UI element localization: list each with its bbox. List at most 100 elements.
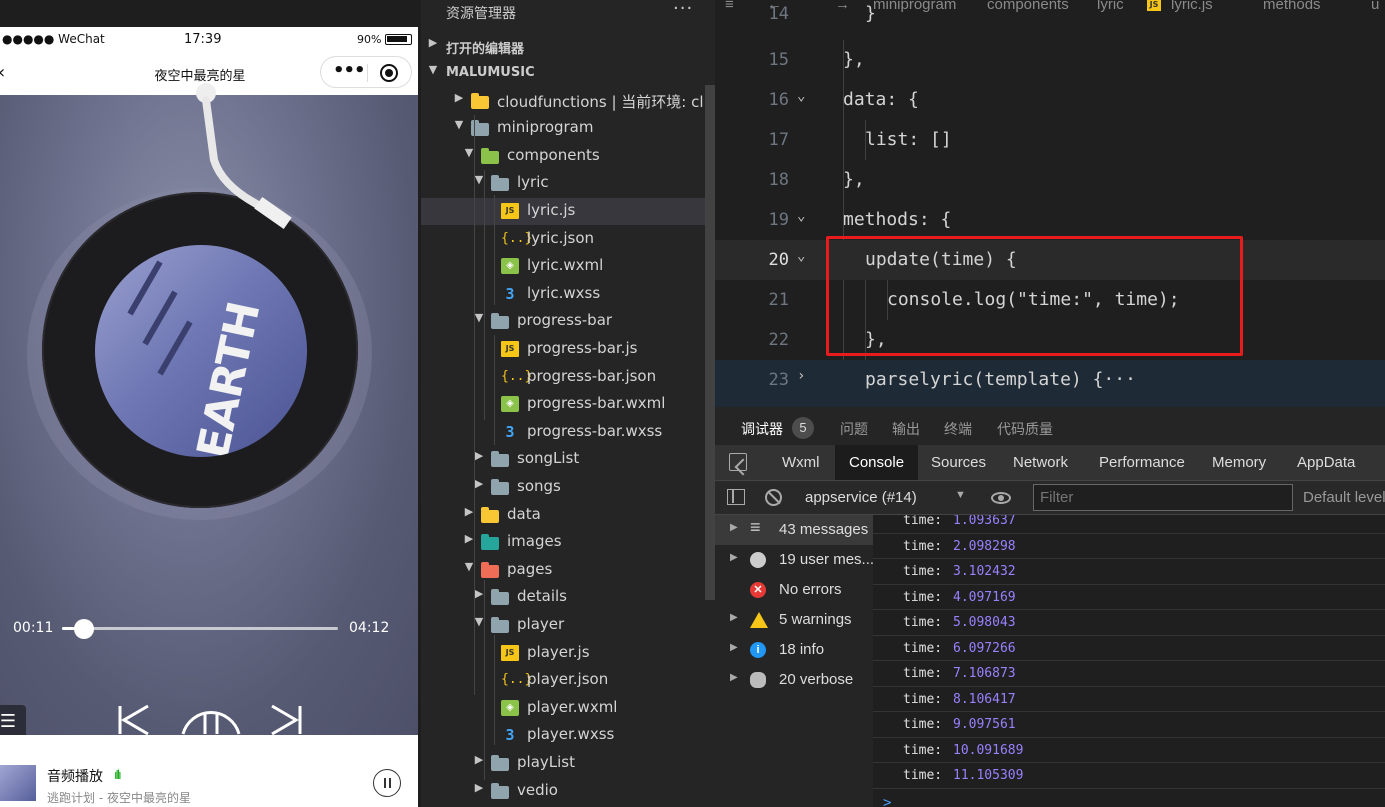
chevron-right-icon[interactable]: ▶ xyxy=(730,612,738,623)
explorer-scrollbar[interactable] xyxy=(705,85,715,600)
inspect-icon[interactable] xyxy=(729,453,747,471)
tab-network[interactable]: Network xyxy=(1013,454,1068,471)
folder-item[interactable]: ▼ miniprogram xyxy=(421,115,715,142)
tab-memory[interactable]: Memory xyxy=(1212,454,1266,471)
log-levels-select[interactable]: Default levels xyxy=(1303,489,1385,506)
file-item[interactable]: ◈ progress-bar.wxml xyxy=(421,391,715,418)
console-log-row: time: 9.097561 xyxy=(873,712,1385,738)
file-label: player.wxml xyxy=(527,698,618,716)
previous-icon[interactable] xyxy=(118,704,149,735)
pause-icon[interactable] xyxy=(181,711,241,735)
file-label: player.json xyxy=(527,670,609,688)
folder-item[interactable]: ▶ data xyxy=(421,502,715,529)
tab-output[interactable]: 输出 xyxy=(892,419,920,439)
file-item[interactable]: ◈ player.wxml xyxy=(421,695,715,722)
indent-guide xyxy=(494,635,495,745)
folder-item[interactable]: ▼ player xyxy=(421,612,715,639)
chevron-right-icon[interactable]: ▶ xyxy=(730,672,738,683)
tab-console[interactable]: Console xyxy=(835,445,919,480)
chevron-down-icon[interactable]: ⌄ xyxy=(797,88,805,104)
chevron-right-icon[interactable]: ▶ xyxy=(730,522,738,533)
tab-debugger[interactable]: 调试器 xyxy=(741,419,783,439)
log-key: time: xyxy=(903,640,943,656)
folder-item[interactable]: ▶ images xyxy=(421,529,715,556)
folder-item[interactable]: ▶ vedio xyxy=(421,778,715,805)
folder-item[interactable]: ▶ songList xyxy=(421,446,715,473)
tab-appdata[interactable]: AppData xyxy=(1297,454,1355,471)
folder-item[interactable]: ▶ cloudfunctions | 当前环境: cl... xyxy=(421,88,715,115)
console-filter-item[interactable]: ✕ No errors xyxy=(715,575,873,605)
next-icon[interactable] xyxy=(271,704,302,735)
chevron-right-icon[interactable]: ▶ xyxy=(473,781,485,794)
console-prompt[interactable]: > xyxy=(883,795,891,807)
folder-item[interactable]: ▶ playList xyxy=(421,750,715,777)
chevron-down-icon: ▼ xyxy=(428,63,438,76)
progress-handle[interactable] xyxy=(74,619,94,639)
log-key: time: xyxy=(903,564,943,579)
wechat-simulator: ●●●●● WeChat 17:39 90% ‹ 夜空中最亮的星 ••• EAR… xyxy=(0,0,418,807)
file-item[interactable]: JS player.js xyxy=(421,640,715,667)
file-item[interactable]: 3 lyric.wxss xyxy=(421,281,715,308)
more-icon[interactable]: ··· xyxy=(673,0,693,19)
file-item[interactable]: JS progress-bar.js xyxy=(421,336,715,363)
tab-code-quality[interactable]: 代码质量 xyxy=(997,419,1053,439)
console-filter-label: 20 verbose xyxy=(779,671,854,688)
console-filter-item[interactable]: ▶ 43 messages xyxy=(715,515,873,545)
dropdown-caret-icon[interactable]: ▼ xyxy=(955,489,966,501)
clear-console-icon[interactable] xyxy=(765,489,782,506)
log-value: 2.098298 xyxy=(953,538,1016,554)
chevron-right-icon[interactable]: ▶ xyxy=(730,642,738,653)
log-key: time: xyxy=(903,515,943,528)
folder-item[interactable]: ▼ progress-bar xyxy=(421,308,715,335)
file-label: player.wxss xyxy=(527,725,615,743)
code-line: 18 }, xyxy=(715,160,1385,200)
eye-icon[interactable] xyxy=(991,492,1011,504)
file-item[interactable]: {..} progress-bar.json xyxy=(421,364,715,391)
wxml-file-icon: ◈ xyxy=(501,700,519,716)
file-item[interactable]: {..} player.json xyxy=(421,667,715,694)
section-label: 打开的编辑器 xyxy=(446,42,525,57)
chevron-right-icon[interactable]: ▶ xyxy=(730,552,738,563)
mini-title: 音频播放 xyxy=(47,769,103,785)
tab-terminal[interactable]: 终端 xyxy=(944,419,972,439)
playlist-icon[interactable]: ☰ xyxy=(0,705,26,739)
chevron-right-icon[interactable]: ▶ xyxy=(453,91,465,104)
log-key: time: xyxy=(903,768,943,783)
sidebar-toggle-icon[interactable] xyxy=(727,489,745,505)
log-value: 7.106873 xyxy=(953,666,1016,681)
tab-problems[interactable]: 问题 xyxy=(840,419,868,439)
tab-sources[interactable]: Sources xyxy=(931,454,986,471)
chevron-down-icon[interactable]: ▼ xyxy=(453,118,465,131)
chevron-down-icon[interactable]: ⌄ xyxy=(797,208,805,224)
line-number: 15 xyxy=(768,50,789,70)
console-filter-item[interactable]: ▶ 20 verbose xyxy=(715,665,873,695)
chevron-right-icon[interactable]: › xyxy=(797,368,805,384)
mini-player[interactable]: 音频播放 ıIlı 逃跑计划 - 夜空中最亮的星 xyxy=(0,735,418,807)
tab-wxml[interactable]: Wxml xyxy=(782,454,820,471)
file-item[interactable]: JS lyric.js xyxy=(421,198,715,225)
filter-input[interactable] xyxy=(1033,484,1293,511)
folder-item[interactable]: ▼ pages xyxy=(421,557,715,584)
tab-performance[interactable]: Performance xyxy=(1099,454,1185,471)
console-filter-label: No errors xyxy=(779,581,842,598)
wxss-file-icon: 3 xyxy=(505,285,515,303)
file-item[interactable]: 3 progress-bar.wxss xyxy=(421,419,715,446)
context-select[interactable]: appservice (#14) xyxy=(805,489,917,506)
console-filter-item[interactable]: ▶ 5 warnings xyxy=(715,605,873,635)
project-section[interactable]: ▼ MALUMUSIC xyxy=(421,60,715,87)
file-item[interactable]: {..} lyric.json xyxy=(421,226,715,253)
progress-track[interactable] xyxy=(62,627,338,630)
chevron-down-icon[interactable]: ⌄ xyxy=(797,248,805,264)
console-filter-item[interactable]: ▶ 19 user mes... xyxy=(715,545,874,575)
folder-item[interactable]: ▼ lyric xyxy=(421,170,715,197)
folder-item[interactable]: ▼ components xyxy=(421,143,715,170)
folder-icon xyxy=(481,507,499,523)
folder-item[interactable]: ▶ details xyxy=(421,584,715,611)
file-item[interactable]: ◈ lyric.wxml xyxy=(421,253,715,280)
mini-pause-icon[interactable] xyxy=(373,769,401,797)
folder-item[interactable]: ▶ songs xyxy=(421,474,715,501)
file-item[interactable]: 3 player.wxss xyxy=(421,722,715,749)
console-filter-label: 43 messages xyxy=(779,521,869,538)
open-editors-section[interactable]: ▶ 打开的编辑器 xyxy=(421,33,715,60)
console-filter-item[interactable]: ▶ i 18 info xyxy=(715,635,873,665)
